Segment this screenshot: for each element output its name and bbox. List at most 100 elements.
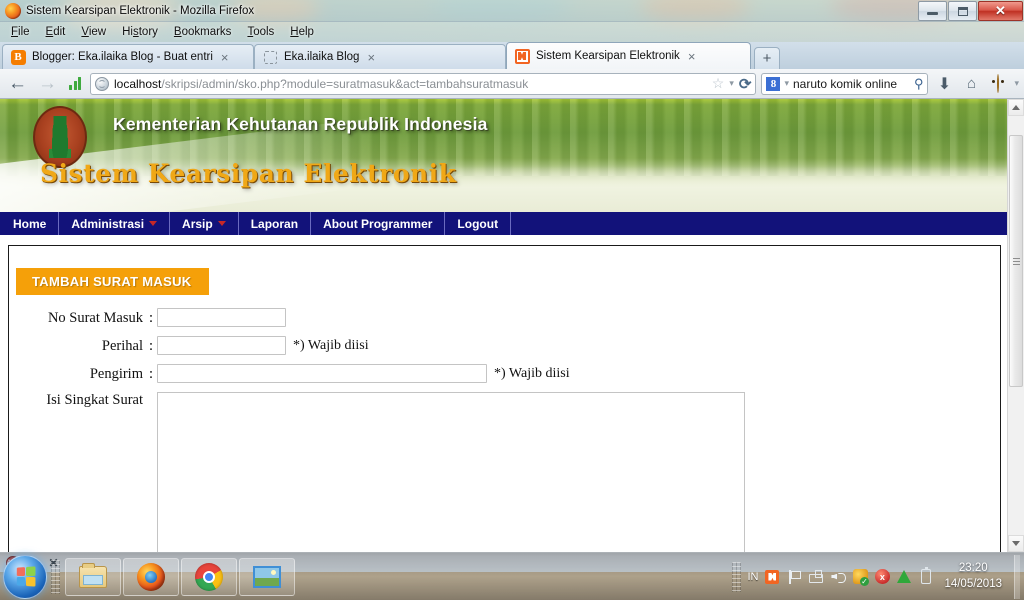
new-tab-button[interactable]: +: [754, 47, 780, 69]
xampp-icon[interactable]: [764, 569, 780, 585]
flag-icon[interactable]: [786, 569, 802, 585]
battery-icon[interactable]: [918, 567, 934, 585]
field-colon: :: [149, 366, 154, 382]
chevron-down-icon[interactable]: ▾: [729, 78, 734, 89]
clock[interactable]: 23:20 14/05/2013: [940, 561, 1008, 592]
title-bar: Sistem Kearsipan Elektronik - Mozilla Fi…: [0, 0, 1024, 22]
nav-item-laporan[interactable]: Laporan: [239, 212, 312, 235]
downloads-icon[interactable]: ⬇: [933, 74, 955, 94]
back-icon[interactable]: ←: [5, 74, 30, 93]
nav-label: Laporan: [250, 216, 299, 231]
menu-history[interactable]: History: [115, 24, 165, 40]
idm-icon[interactable]: x: [874, 569, 890, 585]
perihal-input[interactable]: [157, 336, 286, 355]
forward-icon[interactable]: →: [35, 74, 60, 93]
browser-window: Sistem Kearsipan Elektronik - Mozilla Fi…: [0, 0, 1024, 572]
tab-close-icon[interactable]: ×: [688, 50, 696, 63]
taskbar-item-chrome[interactable]: [181, 557, 237, 596]
nav-item-about-programmer[interactable]: About Programmer: [311, 212, 446, 235]
menu-edit[interactable]: Edit: [39, 24, 73, 40]
minimize-button[interactable]: [918, 1, 947, 21]
field-label: Pengirim: [89, 366, 143, 382]
tab-blogger-entry[interactable]: B Blogger: Eka.ilaika Blog - Buat entri …: [2, 44, 254, 69]
toolbar-overflow-icon[interactable]: ▾: [1014, 78, 1019, 89]
scroll-down-button[interactable]: [1008, 535, 1024, 552]
banner-subtitle: Sistem Kearsipan Elektronik: [40, 159, 457, 188]
chrome-icon: [195, 562, 223, 591]
field-label: Perihal: [101, 338, 143, 354]
search-icon[interactable]: ⚲: [914, 76, 924, 92]
chevron-up-icon: [1012, 105, 1020, 110]
home-icon[interactable]: ⌂: [960, 75, 982, 92]
triangle-icon[interactable]: [896, 569, 912, 585]
maximize-button[interactable]: [948, 1, 977, 21]
network-icon[interactable]: [808, 569, 824, 585]
tab-close-icon[interactable]: ×: [367, 51, 375, 64]
bookmark-star-icon[interactable]: ☆: [712, 75, 725, 92]
menu-bookmarks[interactable]: Bookmarks: [167, 24, 239, 40]
content-panel: TAMBAH SURAT MASUK No Surat Masuk : Peri…: [8, 245, 1001, 552]
field-colon: :: [149, 310, 154, 326]
required-note: *) Wajib diisi: [494, 366, 570, 381]
web-page: Kementerian Kehutanan Republik Indonesia…: [0, 99, 1007, 552]
field-colon: :: [149, 338, 154, 354]
taskbar-item-windows-explorer[interactable]: [65, 557, 121, 596]
maximize-icon: [957, 6, 968, 16]
page-viewport: Kementerian Kehutanan Republik Indonesia…: [0, 99, 1024, 552]
stats-bars-icon[interactable]: [69, 77, 81, 90]
antivirus-icon[interactable]: [852, 569, 869, 586]
site-banner: Kementerian Kehutanan Republik Indonesia…: [0, 99, 1007, 212]
show-desktop-button[interactable]: [1014, 554, 1020, 599]
menu-view[interactable]: View: [74, 24, 113, 40]
scroll-up-button[interactable]: [1008, 99, 1024, 116]
tab-strip: B Blogger: Eka.ilaika Blog - Buat entri …: [0, 42, 1024, 69]
nav-item-administrasi[interactable]: Administrasi: [59, 212, 171, 235]
tab-close-icon[interactable]: ×: [221, 51, 229, 64]
clock-time: 23:20: [958, 561, 988, 574]
nav-item-logout[interactable]: Logout: [445, 212, 512, 235]
search-engine-chevron-icon[interactable]: ▾: [784, 78, 789, 89]
scrollbar-thumb[interactable]: [1009, 135, 1023, 387]
chevron-down-icon: [217, 221, 226, 226]
menu-tools[interactable]: Tools: [240, 24, 281, 40]
nav-item-home[interactable]: Home: [0, 212, 60, 235]
page-scrollbar[interactable]: [1007, 99, 1024, 552]
address-bar[interactable]: localhost/skripsi/admin/sko.php?module=s…: [90, 72, 757, 95]
menu-help[interactable]: Help: [283, 24, 321, 40]
close-icon: ✕: [995, 3, 1006, 18]
menu-file[interactable]: File: [4, 24, 37, 40]
nav-item-arsip[interactable]: Arsip: [170, 212, 239, 235]
windows-taskbar: IN x 23:20 14/05/2013: [0, 552, 1024, 600]
search-input[interactable]: naruto komik online: [793, 77, 910, 91]
tab-eka-ilaika-blog[interactable]: Eka.ilaika Blog ×: [254, 44, 506, 69]
nav-label: Logout: [457, 216, 499, 231]
taskbar-item-firefox[interactable]: [123, 557, 179, 596]
field-label: Isi Singkat Surat: [46, 392, 143, 408]
tray-grip[interactable]: [732, 561, 742, 592]
google-icon[interactable]: 8: [766, 76, 781, 91]
window-controls: ✕: [917, 1, 1023, 21]
volume-icon[interactable]: [830, 569, 847, 585]
language-indicator[interactable]: IN: [747, 571, 758, 583]
close-button[interactable]: ✕: [978, 1, 1023, 21]
blogger-icon: B: [10, 49, 26, 65]
taskbar-grip[interactable]: [51, 559, 60, 594]
field-row-perihal: Perihal : *) Wajib diisi: [9, 336, 1000, 355]
pengirim-input[interactable]: [157, 364, 487, 383]
tab-label: Sistem Kearsipan Elektronik: [536, 50, 680, 62]
taskbar-item-image-viewer[interactable]: [239, 557, 295, 596]
tab-sistem-kearsipan-elektronik[interactable]: Sistem Kearsipan Elektronik ×: [506, 42, 751, 69]
url-path: /skripsi/admin/sko.php?module=suratmasuk…: [161, 76, 529, 91]
clock-date: 14/05/2013: [944, 577, 1002, 590]
nav-label: About Programmer: [323, 216, 433, 231]
firefox-icon: [137, 562, 165, 591]
system-tray: IN x 23:20 14/05/2013: [732, 553, 1024, 600]
start-button[interactable]: [3, 554, 47, 599]
isi-singkat-surat-textarea[interactable]: [157, 392, 745, 552]
monkey-avatar-icon[interactable]: [987, 74, 1009, 93]
surat-masuk-form: No Surat Masuk : Perihal : *) Wajib diis…: [9, 308, 1000, 552]
reload-icon[interactable]: ⟳: [739, 75, 752, 93]
search-bar[interactable]: 8 ▾ naruto komik online ⚲: [761, 72, 929, 95]
no-surat-masuk-input[interactable]: [157, 308, 286, 327]
nav-label: Administrasi: [71, 216, 145, 231]
